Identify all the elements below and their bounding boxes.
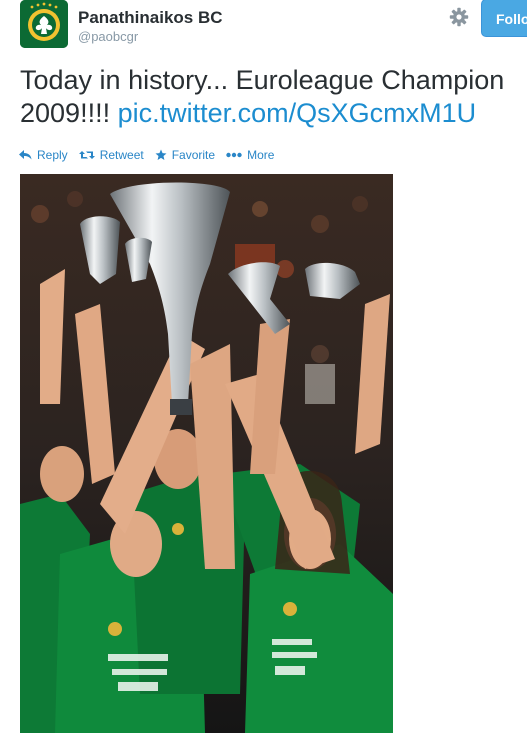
- champions-trophy-photo: [20, 174, 393, 733]
- follow-button[interactable]: Follo: [481, 0, 527, 37]
- favorite-label: Favorite: [171, 148, 216, 162]
- avatar[interactable]: [20, 0, 68, 48]
- tweet-text-line-1: Today in history... Euroleague Champion: [20, 65, 505, 95]
- tweet-pic-link[interactable]: pic.twitter.com/QsXGcmxM1U: [118, 98, 477, 128]
- retweet-label: Retweet: [99, 148, 144, 162]
- more-label: More: [247, 148, 275, 162]
- tweet-text-line-2: 2009!!!! pic.twitter.com/QsXGcmxM1U: [20, 97, 527, 130]
- gear-icon[interactable]: [449, 7, 469, 27]
- display-name[interactable]: Panathinaikos BC: [78, 8, 223, 28]
- reply-label: Reply: [37, 148, 68, 162]
- reply-icon: [19, 150, 32, 160]
- more-dots-icon: [226, 152, 242, 158]
- more-action[interactable]: More: [226, 148, 274, 162]
- retweet-icon: [78, 151, 95, 159]
- retweet-action[interactable]: Retweet: [78, 148, 144, 162]
- tweet-text: Today in history... Euroleague Champion …: [20, 64, 527, 130]
- tweet-text-prefix: 2009!!!!: [20, 98, 118, 128]
- star-icon: [155, 149, 167, 160]
- tweet-photo[interactable]: [20, 174, 393, 733]
- tweet-actions: Reply Retweet Favorite More: [19, 147, 285, 163]
- favorite-action[interactable]: Favorite: [155, 148, 215, 162]
- reply-action[interactable]: Reply: [19, 148, 68, 162]
- screen-name[interactable]: @paobcgr: [78, 29, 138, 44]
- team-logo-icon: [20, 0, 68, 48]
